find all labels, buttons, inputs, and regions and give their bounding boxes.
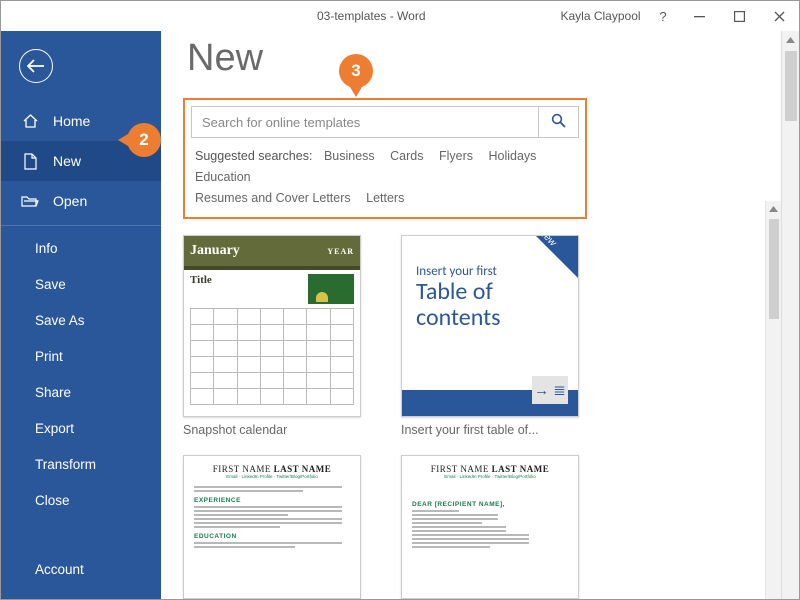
suggested-term[interactable]: Flyers	[439, 149, 473, 163]
back-button[interactable]	[19, 49, 53, 83]
page-title: New	[187, 37, 799, 80]
signed-in-user[interactable]: Kayla Claypool	[561, 9, 641, 23]
maximize-button[interactable]	[719, 1, 759, 31]
scroll-up-icon[interactable]	[766, 201, 781, 217]
scroll-thumb[interactable]	[785, 51, 797, 121]
sidebar-item-label: New	[53, 153, 81, 169]
sidebar-item-label: Open	[53, 193, 87, 209]
template-resume-b[interactable]: FIRST NAME LAST NAME Email · LinkedIn Pr…	[401, 455, 579, 599]
template-thumbnail: January YEAR Title	[183, 235, 361, 417]
template-thumbnail: FIRST NAME LAST NAME Email · LinkedIn Pr…	[401, 455, 579, 599]
search-row	[191, 106, 579, 138]
suggested-label: Suggested searches:	[195, 149, 312, 163]
gallery-scrollbar[interactable]	[765, 201, 781, 599]
template-resume-a[interactable]: FIRST NAME LAST NAME Email · LinkedIn Pr…	[183, 455, 361, 599]
scroll-thumb[interactable]	[769, 219, 779, 319]
window-scrollbar[interactable]	[781, 31, 799, 599]
help-button[interactable]: ?	[647, 1, 679, 31]
callout-3: 3	[339, 54, 373, 88]
template-snapshot-calendar[interactable]: January YEAR Title Snapshot calendar	[183, 235, 361, 437]
folder-icon	[21, 194, 39, 208]
template-thumbnail: New Insert your first Table of contents …	[401, 235, 579, 417]
suggested-term[interactable]: Cards	[390, 149, 423, 163]
page-icon	[21, 153, 39, 170]
sidebar-item-save-as[interactable]: Save As	[1, 302, 161, 338]
suggested-searches: Suggested searches: Business Cards Flyer…	[191, 146, 579, 209]
sidebar-item-export[interactable]: Export	[1, 410, 161, 446]
close-button[interactable]	[759, 1, 799, 31]
sidebar-item-save[interactable]: Save	[1, 266, 161, 302]
search-block: Suggested searches: Business Cards Flyer…	[183, 98, 587, 219]
suggested-term[interactable]: Holidays	[489, 149, 537, 163]
minimize-button[interactable]	[679, 1, 719, 31]
sidebar-divider	[1, 225, 161, 226]
template-table-of-contents[interactable]: New Insert your first Table of contents …	[401, 235, 579, 437]
home-icon	[21, 113, 39, 129]
suggested-term[interactable]: Resumes and Cover Letters	[195, 191, 351, 205]
new-page-content: New Suggested searches: Business Cards F…	[161, 31, 799, 599]
window-title: 03-templates - Word	[317, 9, 426, 23]
sidebar-item-close[interactable]: Close	[1, 482, 161, 518]
photo-placeholder-icon	[308, 274, 354, 304]
sidebar-item-account[interactable]: Account	[1, 551, 161, 587]
template-gallery: January YEAR Title Snapshot calendar	[183, 235, 799, 599]
sidebar-item-label: Home	[53, 113, 90, 129]
sidebar-item-transform[interactable]: Transform	[1, 446, 161, 482]
template-label: Snapshot calendar	[183, 423, 361, 437]
suggested-term[interactable]: Letters	[366, 191, 404, 205]
suggested-term[interactable]: Education	[195, 170, 251, 184]
backstage-sidebar: Home New Open Info Save Save As Print Sh…	[1, 31, 161, 599]
suggested-term[interactable]: Business	[324, 149, 375, 163]
document-icon: → ≣	[532, 376, 568, 404]
search-button[interactable]	[538, 107, 578, 137]
sidebar-item-print[interactable]: Print	[1, 338, 161, 374]
scroll-up-icon[interactable]	[782, 31, 799, 49]
sidebar-item-open[interactable]: Open	[1, 181, 161, 221]
template-search-input[interactable]	[192, 107, 538, 137]
title-bar: 03-templates - Word Kayla Claypool ?	[1, 1, 799, 31]
template-thumbnail: FIRST NAME LAST NAME Email · LinkedIn Pr…	[183, 455, 361, 599]
search-icon	[551, 113, 566, 131]
sidebar-item-share[interactable]: Share	[1, 374, 161, 410]
template-label: Insert your first table of...	[401, 423, 579, 437]
new-badge: New	[536, 236, 578, 278]
sidebar-item-info[interactable]: Info	[1, 230, 161, 266]
callout-2: 2	[127, 123, 161, 157]
